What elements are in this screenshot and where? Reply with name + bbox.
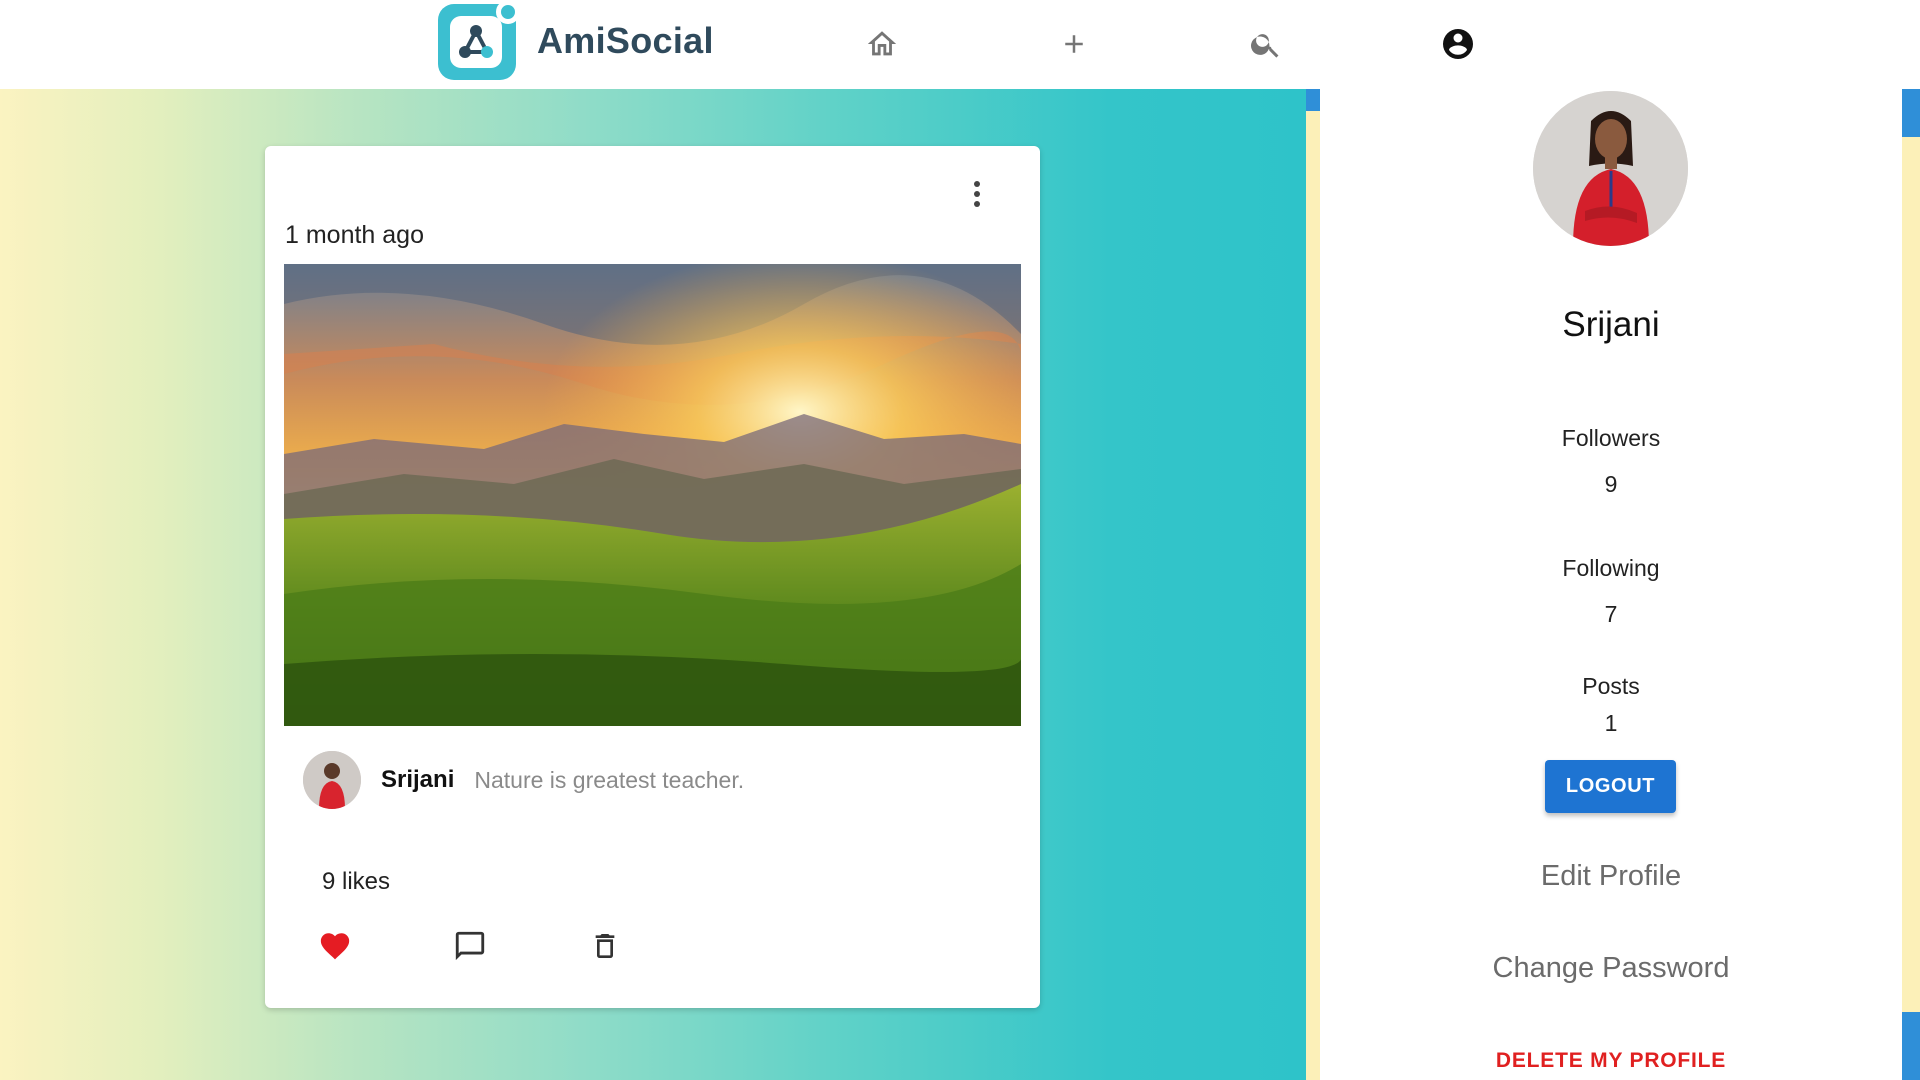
following-label: Following bbox=[1562, 555, 1660, 581]
top-navigation-bar: AmiSocial bbox=[0, 0, 1920, 89]
search-icon[interactable] bbox=[1248, 26, 1284, 62]
post-timestamp: 1 month ago bbox=[285, 221, 424, 249]
change-password-link[interactable]: Change Password bbox=[1320, 952, 1902, 985]
more-options-icon[interactable] bbox=[962, 176, 992, 212]
profile-avatar bbox=[1533, 91, 1688, 246]
profile-name: Srijani bbox=[1562, 305, 1660, 344]
delete-profile-button[interactable]: DELETE MY PROFILE bbox=[1320, 1049, 1902, 1073]
following-count: 7 bbox=[1604, 601, 1618, 627]
followers-label: Followers bbox=[1561, 425, 1661, 451]
feed-scrollbar[interactable] bbox=[1306, 89, 1320, 1080]
logo-badge-dot bbox=[496, 0, 520, 24]
logout-button[interactable]: LOGOUT bbox=[1545, 760, 1676, 813]
post-image bbox=[284, 264, 1021, 726]
edit-profile-link[interactable]: Edit Profile bbox=[1320, 860, 1902, 893]
post-caption: Nature is greatest teacher. bbox=[474, 766, 745, 793]
sidebar-scrollbar[interactable] bbox=[1902, 89, 1920, 1080]
sidebar-scrollbar-thumb-top[interactable] bbox=[1902, 89, 1920, 137]
following-stat[interactable]: Following 7 bbox=[1320, 555, 1902, 628]
app-name: AmiSocial bbox=[537, 20, 714, 61]
add-post-icon[interactable] bbox=[1056, 26, 1092, 62]
followers-count: 9 bbox=[1604, 471, 1618, 497]
home-icon[interactable] bbox=[864, 26, 900, 62]
sidebar-scrollbar-thumb-bottom[interactable] bbox=[1902, 1012, 1920, 1080]
post-author-name[interactable]: Srijani bbox=[381, 766, 454, 794]
post-card: 1 month ago Srijani Nature is greatest t… bbox=[265, 146, 1040, 1008]
posts-stat[interactable]: Posts 1 bbox=[1320, 673, 1902, 737]
account-circle-icon[interactable] bbox=[1440, 26, 1476, 62]
followers-stat[interactable]: Followers 9 bbox=[1320, 425, 1902, 498]
post-author-row: Srijani Nature is greatest teacher. bbox=[303, 750, 744, 810]
delete-trash-icon[interactable] bbox=[585, 926, 625, 966]
app-logo[interactable] bbox=[438, 0, 520, 80]
posts-count: 1 bbox=[1604, 710, 1618, 736]
comment-icon[interactable] bbox=[450, 926, 490, 966]
logo-share-icon bbox=[450, 16, 502, 68]
posts-label: Posts bbox=[1582, 673, 1640, 699]
likes-count: 9 likes bbox=[322, 868, 391, 895]
like-heart-icon[interactable] bbox=[315, 926, 355, 966]
feed-scrollbar-thumb[interactable] bbox=[1306, 89, 1320, 111]
author-avatar[interactable] bbox=[303, 751, 361, 809]
